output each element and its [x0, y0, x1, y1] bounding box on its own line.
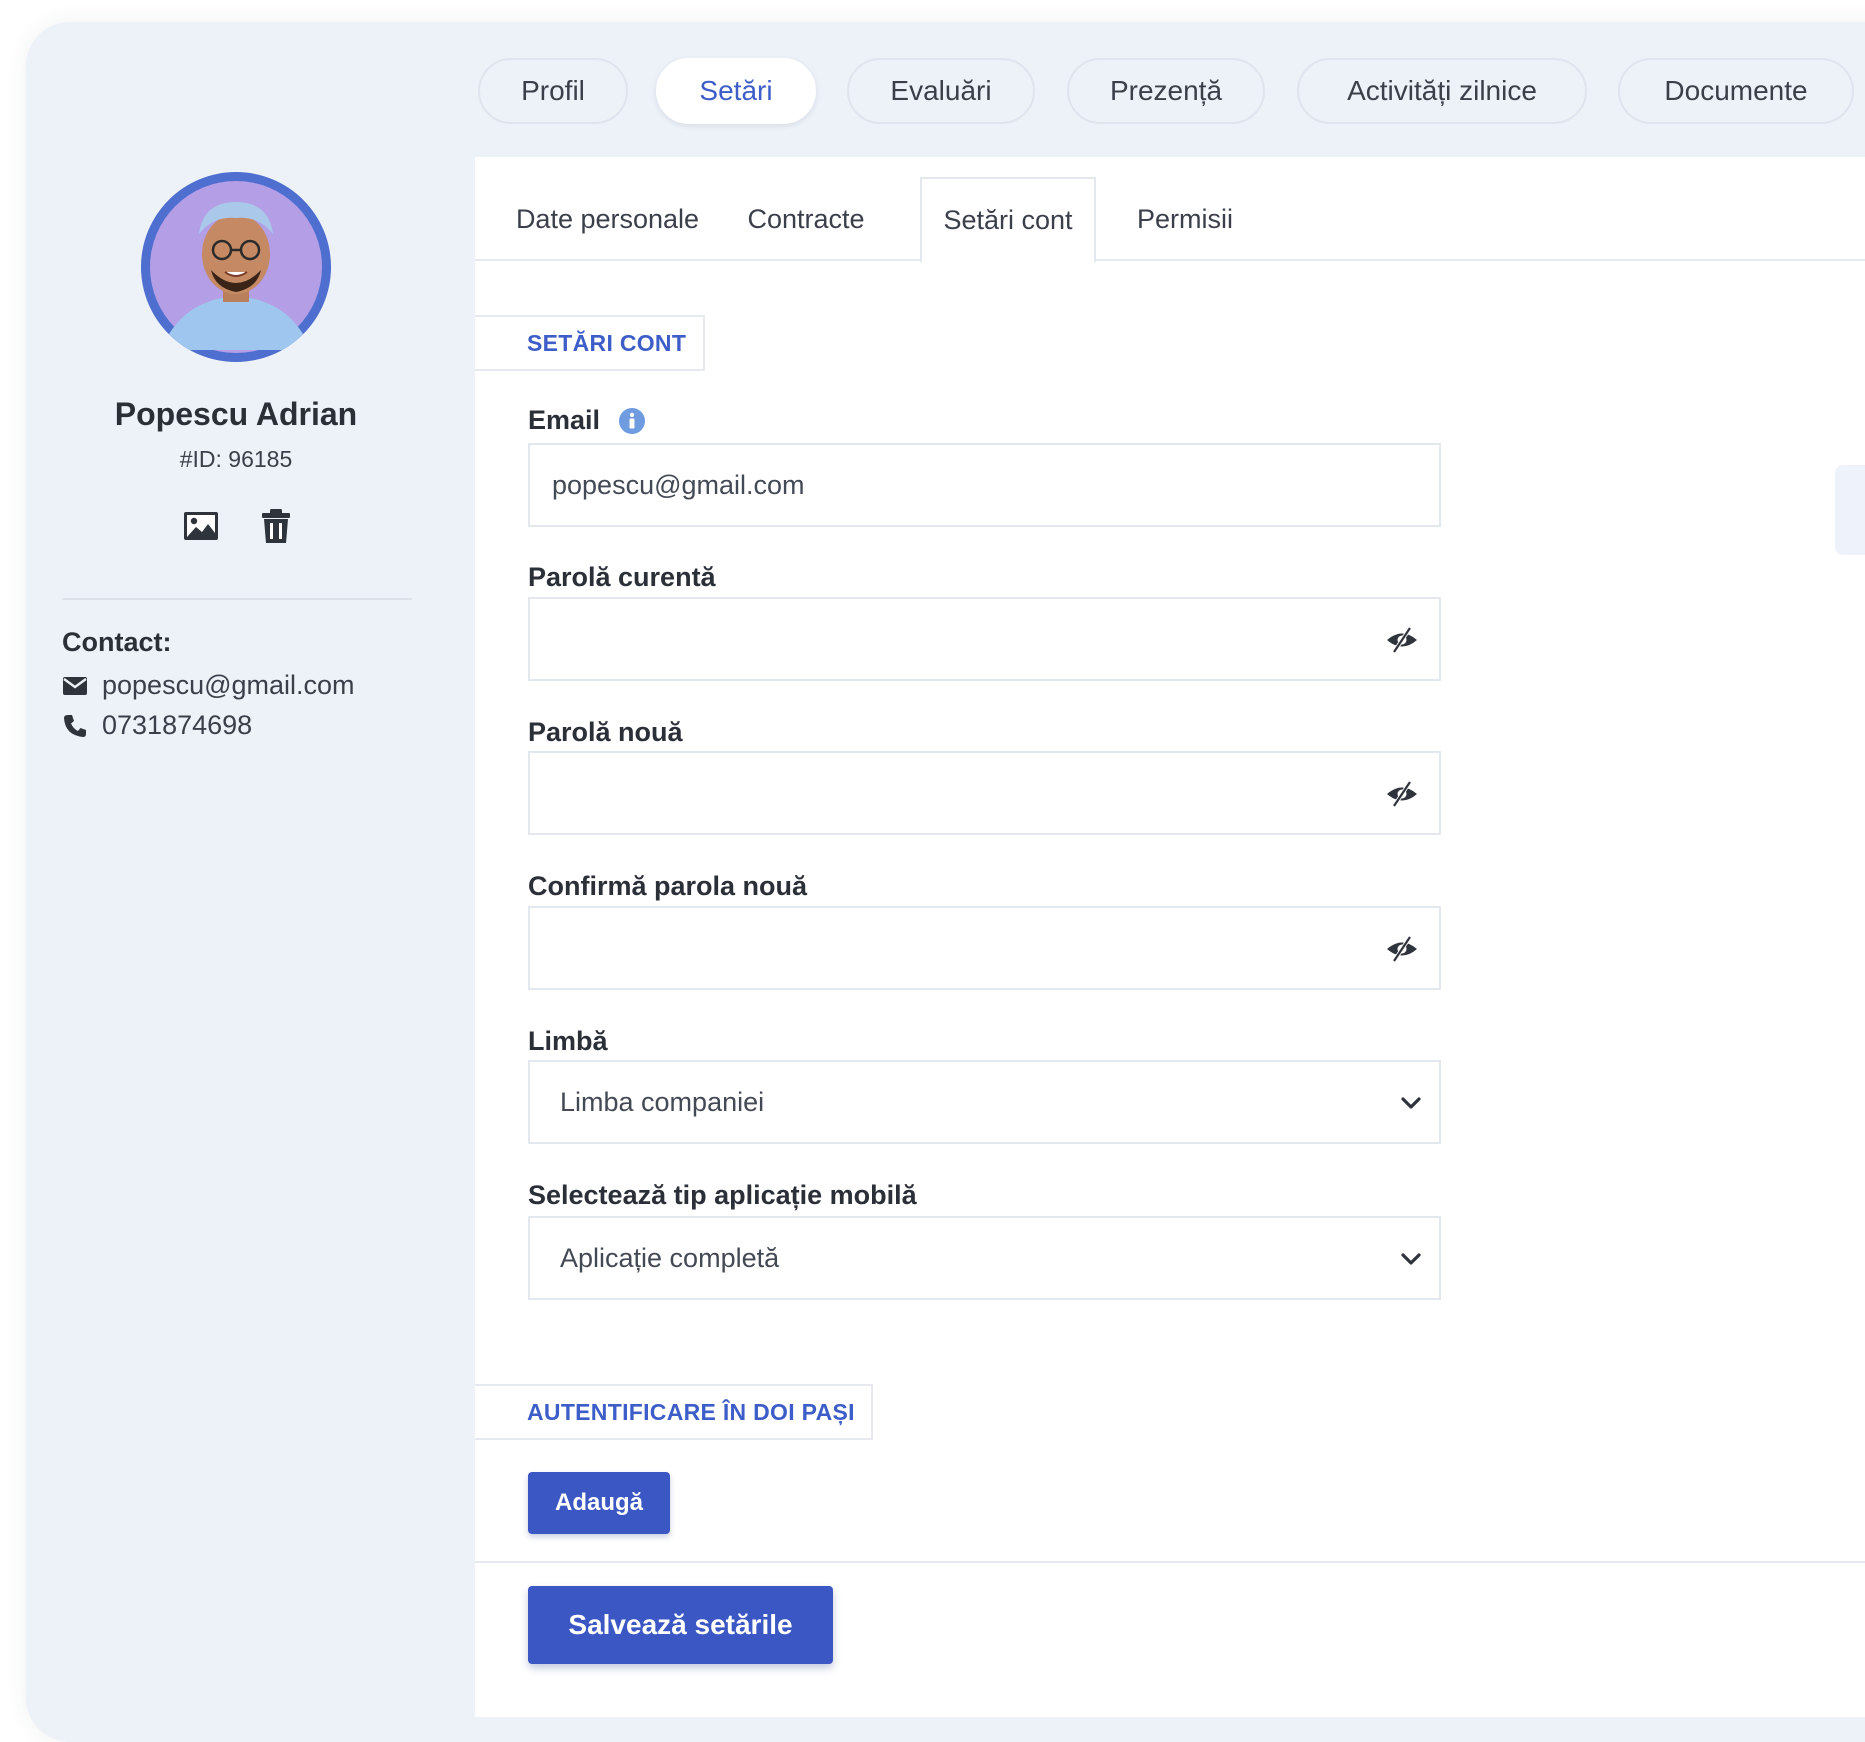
background-decoration [1835, 465, 1865, 555]
mobile-app-select[interactable]: Aplicație completă [528, 1216, 1441, 1300]
new-password-field[interactable] [528, 751, 1441, 835]
confirm-password-field[interactable] [528, 906, 1441, 990]
tab-label: Activități zilnice [1347, 75, 1537, 106]
sidebar-divider [62, 598, 412, 600]
language-label-text: Limbă [528, 1026, 608, 1056]
contact-email-text: popescu@gmail.com [102, 670, 355, 700]
profile-name: Popescu Adrian [114, 396, 358, 432]
subtab-setari-cont[interactable]: Setări cont [920, 177, 1096, 263]
new-password-label: Parolă nouă [528, 717, 683, 748]
section-title: AUTENTIFICARE ÎN DOI PAȘI [527, 1398, 855, 1425]
tab-label: Prezență [1109, 75, 1223, 106]
subtab-label: Setări cont [943, 204, 1073, 235]
sub-tabs-bar: Date personale Contracte Setări cont Per… [475, 157, 1865, 263]
eye-slash-icon[interactable] [1385, 934, 1419, 964]
eye-slash-icon[interactable] [1385, 779, 1419, 809]
subtab-label: Contracte [747, 203, 865, 234]
add-two-factor-button[interactable]: Adaugă [528, 1472, 670, 1534]
confirm-password-label-text: Confirmă parola nouă [528, 871, 808, 901]
subtab-label: Date personale [515, 203, 700, 234]
chevron-down-icon [1401, 1253, 1421, 1265]
email-label: Email [528, 405, 646, 436]
tab-evaluari[interactable]: Evaluări [847, 58, 1035, 124]
confirm-password-label: Confirmă parola nouă [528, 871, 807, 902]
mobile-app-label: Selectează tip aplicație mobilă [528, 1180, 917, 1211]
email-field[interactable] [528, 443, 1441, 527]
current-password-field[interactable] [528, 597, 1441, 681]
profile-id: #ID: 96185 [179, 446, 293, 472]
envelope-icon [63, 676, 87, 695]
tab-label: Profil [521, 75, 585, 106]
tab-activitati-zilnice[interactable]: Activități zilnice [1297, 58, 1587, 124]
contact-phone-text: 0731874698 [102, 710, 253, 740]
tab-setari[interactable]: Setări [656, 58, 816, 124]
trash-icon[interactable] [256, 506, 296, 546]
phone-icon [64, 714, 86, 737]
section-two-factor: AUTENTIFICARE ÎN DOI PAȘI [475, 1384, 873, 1440]
current-password-label: Parolă curentă [528, 562, 716, 593]
language-select[interactable]: Limba companiei [528, 1060, 1441, 1144]
confirm-password-input[interactable] [530, 908, 1439, 988]
email-label-text: Email [528, 405, 601, 435]
subtab-contracte[interactable]: Contracte [731, 177, 881, 261]
new-password-label-text: Parolă nouă [528, 717, 683, 747]
mobile-app-selected-value: Aplicație completă [560, 1242, 780, 1273]
avatar [141, 172, 331, 362]
section-title: SETĂRI CONT [527, 329, 687, 356]
tab-label: Setări [699, 75, 773, 106]
current-password-input[interactable] [530, 599, 1439, 679]
save-settings-button[interactable]: Salvează setările [528, 1586, 833, 1664]
section-account-settings: SETĂRI CONT [475, 315, 705, 371]
tab-label: Evaluări [890, 75, 992, 106]
tab-profil[interactable]: Profil [478, 58, 628, 124]
chevron-down-icon [1401, 1097, 1421, 1109]
contact-email[interactable]: popescu@gmail.com [62, 670, 355, 701]
mobile-app-label-text: Selectează tip aplicație mobilă [528, 1180, 917, 1210]
language-label: Limbă [528, 1026, 608, 1057]
image-icon[interactable] [181, 506, 221, 546]
contact-phone[interactable]: 0731874698 [62, 710, 252, 741]
new-password-input[interactable] [530, 753, 1439, 833]
settings-panel: Date personale Contracte Setări cont Per… [475, 157, 1865, 1717]
eye-slash-icon[interactable] [1385, 625, 1419, 655]
tab-prezenta[interactable]: Prezență [1067, 58, 1265, 124]
contact-label: Contact: [62, 627, 172, 657]
email-input[interactable] [530, 445, 1439, 525]
panel-divider [475, 1561, 1865, 1563]
subtab-date-personale[interactable]: Date personale [505, 177, 710, 261]
subtab-label: Permisii [1136, 203, 1233, 234]
info-icon[interactable] [618, 407, 646, 435]
current-password-label-text: Parolă curentă [528, 562, 716, 592]
tab-label: Documente [1664, 75, 1808, 106]
language-selected-value: Limba companiei [560, 1086, 765, 1117]
tab-documente[interactable]: Documente [1618, 58, 1854, 124]
subtab-permisii[interactable]: Permisii [1115, 177, 1255, 261]
